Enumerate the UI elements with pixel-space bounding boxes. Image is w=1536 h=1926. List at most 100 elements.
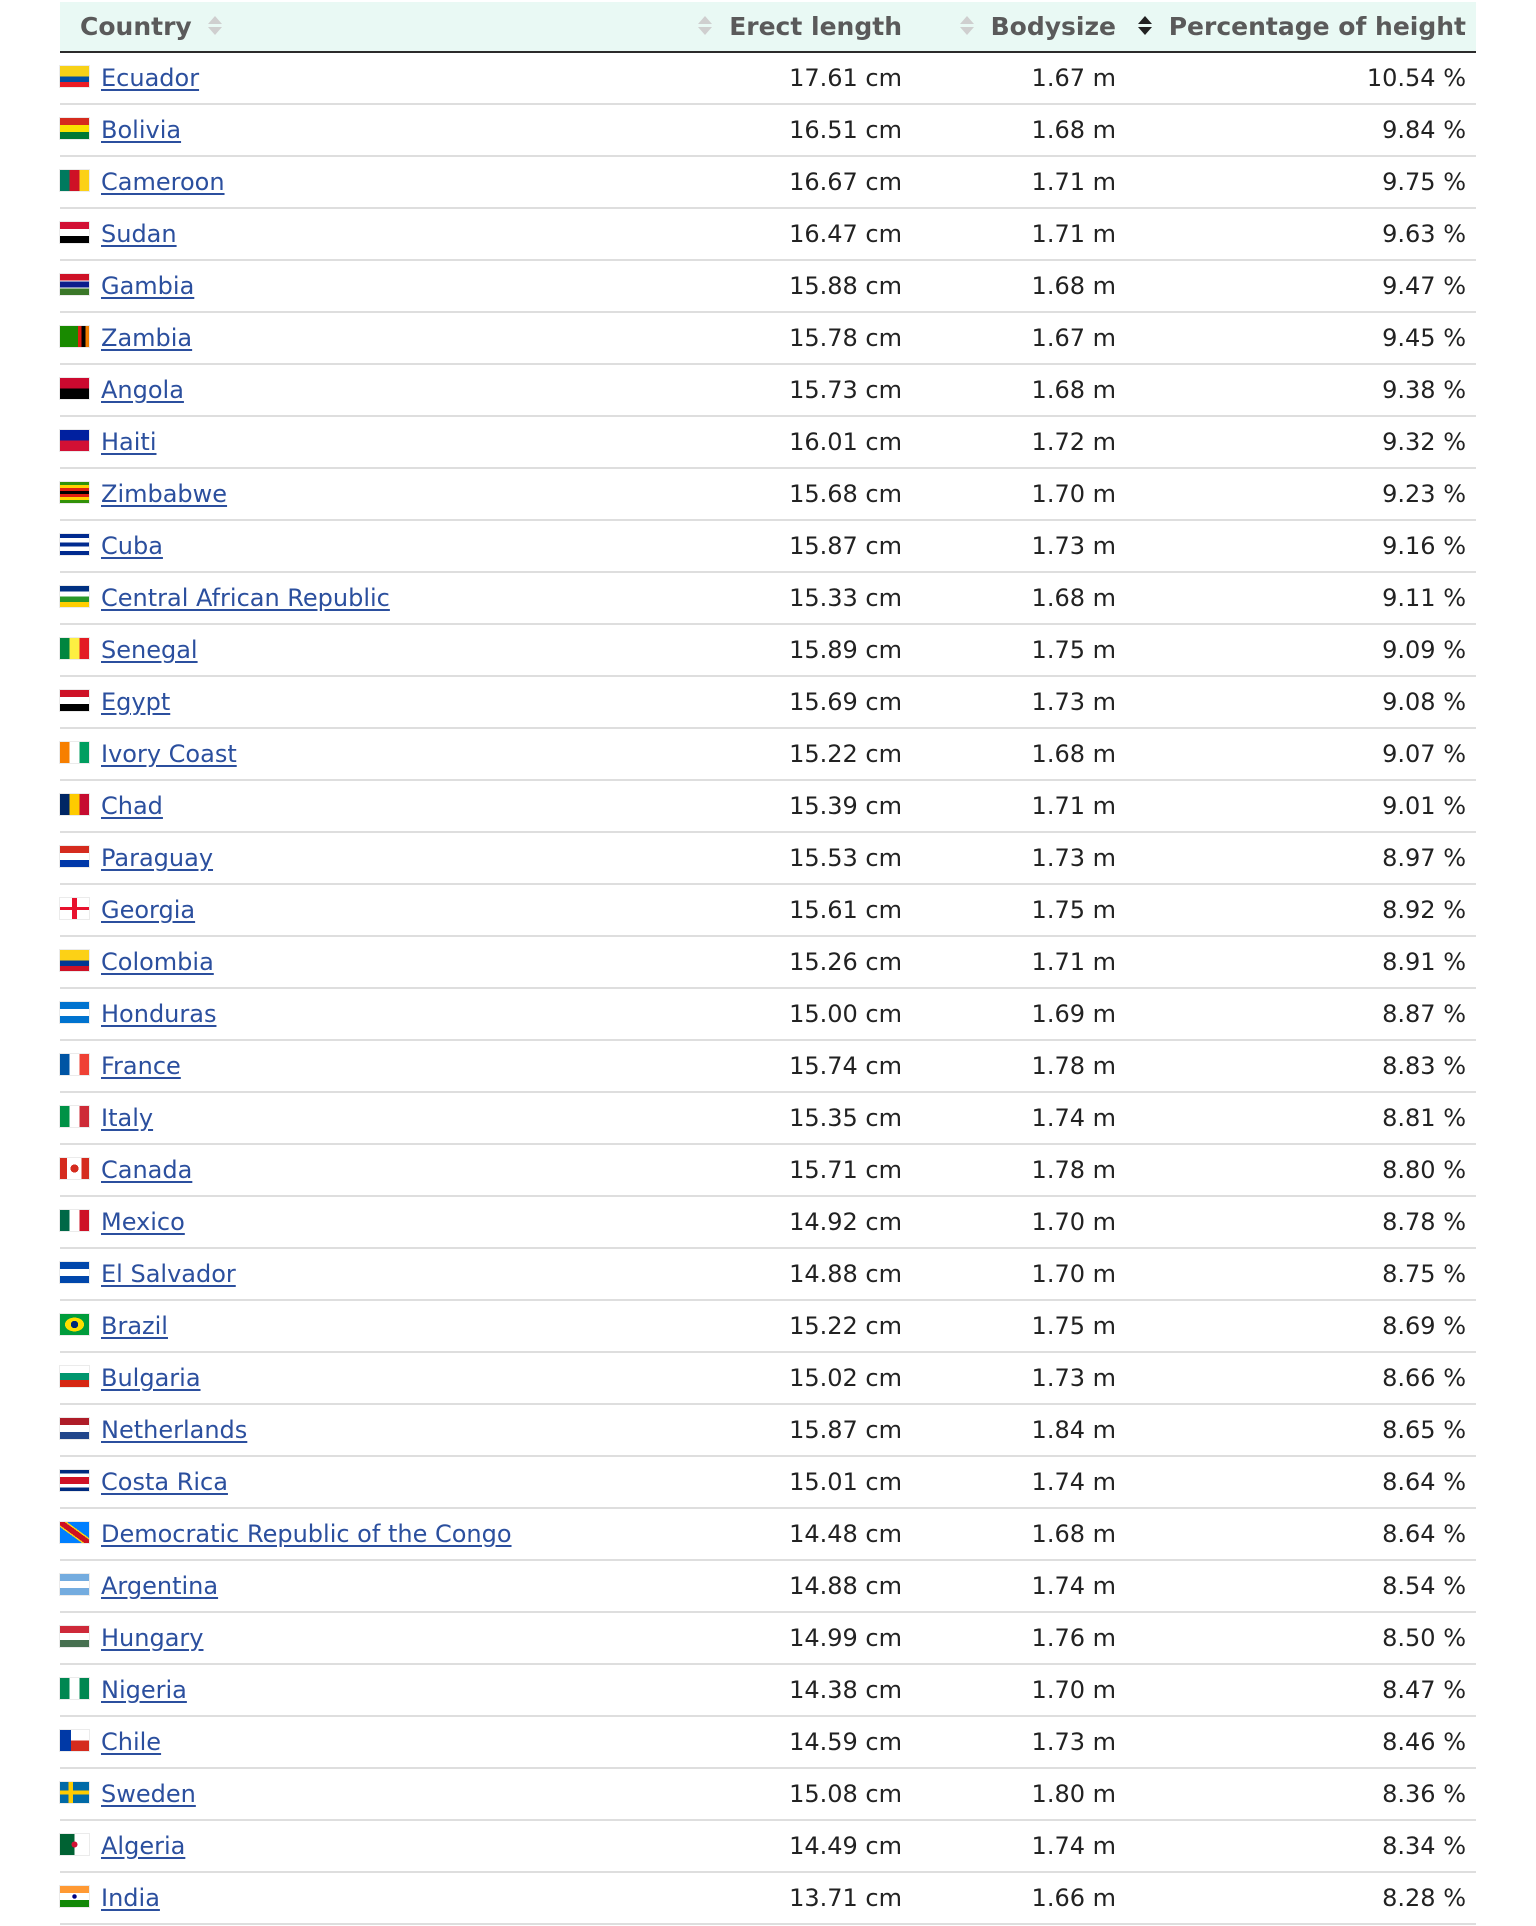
erect-length-cell: 15.68 cm: [580, 468, 912, 521]
country-link[interactable]: Angola: [101, 376, 184, 404]
country-link[interactable]: Democratic Republic of the Congo: [101, 1520, 512, 1548]
country-link[interactable]: Italy: [101, 1104, 153, 1132]
table-row: Netherlands 15.87 cm 1.84 m 8.65 %: [60, 1404, 1476, 1457]
table-body: Ecuador 17.61 cm 1.67 m 10.54 % Bolivia 16.51…: [60, 52, 1476, 1925]
country-link[interactable]: Chile: [101, 1728, 161, 1756]
percentage-cell: 8.50 %: [1126, 1612, 1476, 1665]
erect-length-cell: 15.22 cm: [580, 728, 912, 781]
country-cell: Central African Republic: [60, 572, 580, 625]
country-cell: India: [60, 1872, 580, 1925]
country-cell: Canada: [60, 1144, 580, 1197]
country-link[interactable]: Cameroon: [101, 168, 225, 196]
erect-length-cell: 17.61 cm: [580, 52, 912, 105]
sort-active-arrows-icon[interactable]: [1138, 15, 1152, 37]
country-link[interactable]: France: [101, 1052, 181, 1080]
percentage-cell: 9.32 %: [1126, 416, 1476, 469]
bodysize-cell: 1.73 m: [912, 1352, 1126, 1405]
bodysize-cell: 1.68 m: [912, 104, 1126, 157]
erect-length-cell: 15.01 cm: [580, 1456, 912, 1509]
country-flag-icon: [60, 1625, 89, 1647]
erect-length-cell: 15.61 cm: [580, 884, 912, 937]
ranking-table: Country Erect length Bodysize Percentage…: [60, 2, 1476, 1925]
country-link[interactable]: El Salvador: [101, 1260, 236, 1288]
sort-arrows-icon[interactable]: [208, 15, 223, 37]
country-cell: Italy: [60, 1092, 580, 1145]
country-link[interactable]: Costa Rica: [101, 1468, 228, 1496]
percentage-cell: 9.75 %: [1126, 156, 1476, 209]
country-link[interactable]: Zambia: [101, 324, 192, 352]
country-cell: Paraguay: [60, 832, 580, 885]
column-header-erect-length[interactable]: Erect length: [580, 2, 912, 53]
table-row: Algeria 14.49 cm 1.74 m 8.34 %: [60, 1820, 1476, 1873]
percentage-cell: 8.91 %: [1126, 936, 1476, 989]
table-row: Angola 15.73 cm 1.68 m 9.38 %: [60, 364, 1476, 417]
erect-length-cell: 15.87 cm: [580, 1404, 912, 1457]
country-link[interactable]: Cuba: [101, 532, 163, 560]
erect-length-cell: 16.01 cm: [580, 416, 912, 469]
percentage-cell: 8.47 %: [1126, 1664, 1476, 1717]
country-link[interactable]: Haiti: [101, 428, 157, 456]
country-link[interactable]: Sweden: [101, 1780, 196, 1808]
country-link[interactable]: Central African Republic: [101, 584, 390, 612]
country-cell: Algeria: [60, 1820, 580, 1873]
column-header-percentage-of-height[interactable]: Percentage of height: [1126, 2, 1476, 53]
table-row: Hungary 14.99 cm 1.76 m 8.50 %: [60, 1612, 1476, 1665]
country-cell: Brazil: [60, 1300, 580, 1353]
country-cell: Netherlands: [60, 1404, 580, 1457]
country-link[interactable]: Mexico: [101, 1208, 185, 1236]
country-cell: Costa Rica: [60, 1456, 580, 1509]
country-link[interactable]: Netherlands: [101, 1416, 247, 1444]
country-link[interactable]: Gambia: [101, 272, 194, 300]
percentage-cell: 9.63 %: [1126, 208, 1476, 261]
country-cell: Bolivia: [60, 104, 580, 157]
bodysize-cell: 1.68 m: [912, 728, 1126, 781]
percentage-cell: 8.64 %: [1126, 1456, 1476, 1509]
erect-length-cell: 14.38 cm: [580, 1664, 912, 1717]
country-link[interactable]: Brazil: [101, 1312, 168, 1340]
erect-length-cell: 15.00 cm: [580, 988, 912, 1041]
country-link[interactable]: Bulgaria: [101, 1364, 201, 1392]
country-link[interactable]: Egypt: [101, 688, 170, 716]
sort-arrows-icon[interactable]: [959, 15, 974, 37]
bodysize-cell: 1.84 m: [912, 1404, 1126, 1457]
country-flag-icon: [60, 637, 89, 659]
bodysize-cell: 1.74 m: [912, 1820, 1126, 1873]
table-row: Egypt 15.69 cm 1.73 m 9.08 %: [60, 676, 1476, 729]
percentage-cell: 8.64 %: [1126, 1508, 1476, 1561]
country-link[interactable]: Bolivia: [101, 116, 181, 144]
sort-arrows-icon[interactable]: [698, 15, 713, 37]
table-row: Paraguay 15.53 cm 1.73 m 8.97 %: [60, 832, 1476, 885]
country-cell: Hungary: [60, 1612, 580, 1665]
country-cell: Georgia: [60, 884, 580, 937]
country-link[interactable]: Algeria: [101, 1832, 185, 1860]
percentage-cell: 8.75 %: [1126, 1248, 1476, 1301]
country-link[interactable]: Argentina: [101, 1572, 218, 1600]
column-header-country[interactable]: Country: [60, 2, 580, 53]
country-link[interactable]: Honduras: [101, 1000, 216, 1028]
percentage-cell: 8.92 %: [1126, 884, 1476, 937]
country-link[interactable]: Sudan: [101, 220, 177, 248]
bodysize-cell: 1.73 m: [912, 676, 1126, 729]
country-link[interactable]: Nigeria: [101, 1676, 187, 1704]
bodysize-cell: 1.72 m: [912, 416, 1126, 469]
country-link[interactable]: Ecuador: [101, 64, 199, 92]
country-flag-icon: [60, 1781, 89, 1803]
country-link[interactable]: Chad: [101, 792, 163, 820]
country-flag-icon: [60, 1833, 89, 1855]
country-link[interactable]: Zimbabwe: [101, 480, 227, 508]
country-link[interactable]: Senegal: [101, 636, 198, 664]
country-link[interactable]: Ivory Coast: [101, 740, 237, 768]
country-cell: Ivory Coast: [60, 728, 580, 781]
country-link[interactable]: Paraguay: [101, 844, 213, 872]
country-link[interactable]: Hungary: [101, 1624, 203, 1652]
column-header-bodysize[interactable]: Bodysize: [912, 2, 1126, 53]
country-cell: Cuba: [60, 520, 580, 573]
country-link[interactable]: Georgia: [101, 896, 195, 924]
percentage-cell: 8.69 %: [1126, 1300, 1476, 1353]
percentage-cell: 8.78 %: [1126, 1196, 1476, 1249]
country-flag-icon: [60, 377, 89, 399]
country-link[interactable]: Canada: [101, 1156, 192, 1184]
country-link[interactable]: India: [101, 1884, 160, 1912]
country-link[interactable]: Colombia: [101, 948, 214, 976]
erect-length-cell: 15.53 cm: [580, 832, 912, 885]
